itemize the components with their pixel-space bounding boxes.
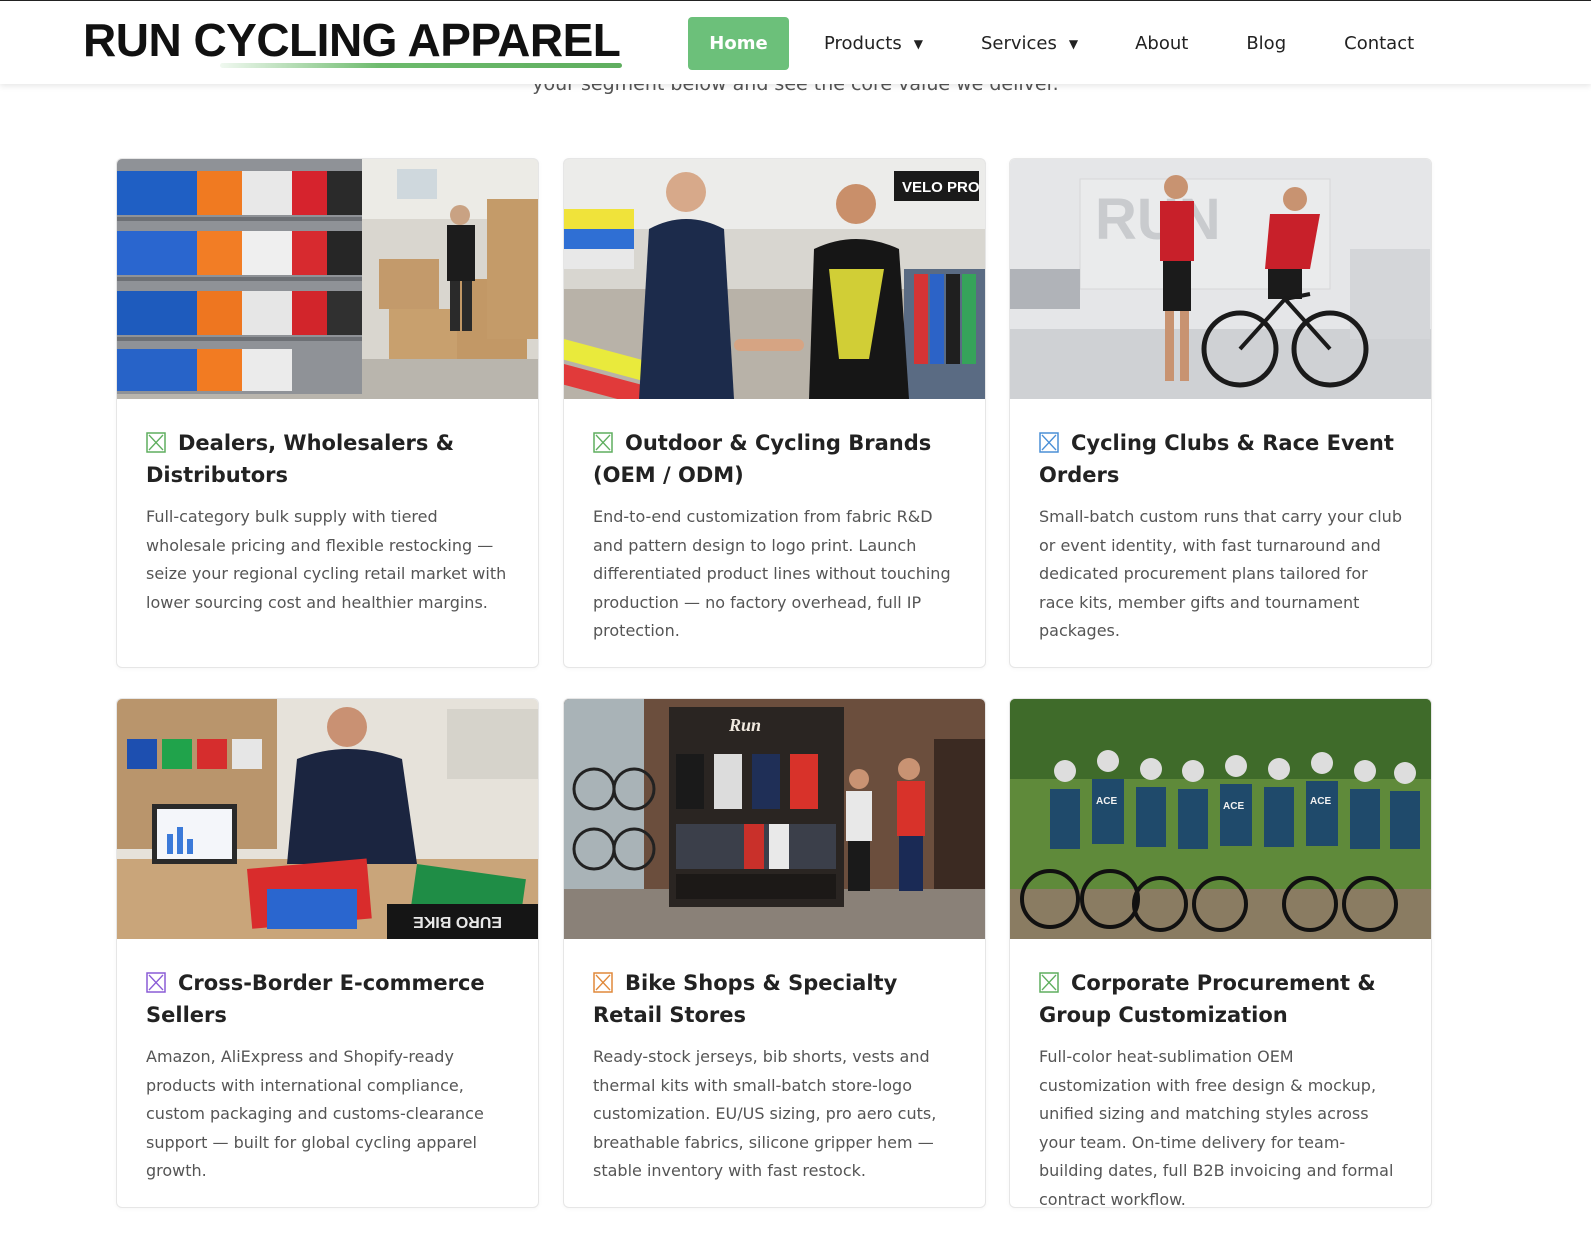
logo-underline: [220, 63, 622, 68]
card-title-text: Corporate Procurement & Group Customizat…: [1039, 971, 1376, 1027]
ecommerce-seller-photo: EURO BIKE: [117, 699, 538, 939]
nav-contact[interactable]: Contact: [1344, 17, 1414, 70]
nav-about-label: About: [1135, 33, 1189, 54]
card-description: Full-category bulk supply with tiered wh…: [146, 507, 507, 612]
bike-shop-photo: Run: [564, 699, 985, 939]
segment-card-ecommerce[interactable]: EURO BIKE Cross-Border E-commerce Seller…: [116, 698, 539, 1208]
card-title: Cross-Border E-commerce Sellers: [146, 967, 510, 1031]
team-group-photo: ACE ACE ACE: [1010, 699, 1431, 939]
checkbox-x-icon: [146, 432, 166, 453]
svg-text:ACE: ACE: [1310, 796, 1331, 807]
card-description: Full-color heat-sublimation OEM customiz…: [1039, 1047, 1394, 1208]
nav-home[interactable]: Home: [688, 17, 789, 70]
card-title: Bike Shops & Specialty Retail Stores: [593, 967, 957, 1031]
velo-pro-sign: VELO PRO: [902, 179, 980, 196]
nav-blog[interactable]: Blog: [1246, 17, 1286, 70]
nav-home-label: Home: [709, 33, 768, 54]
handshake-photo: VELO PRO: [564, 159, 985, 399]
card-description: Small-batch custom runs that carry your …: [1039, 507, 1402, 641]
checkbox-x-icon: [593, 432, 613, 453]
nav-services-label: Services: [980, 33, 1057, 54]
card-title-text: Cross-Border E-commerce Sellers: [146, 971, 485, 1027]
svg-text:ACE: ACE: [1096, 796, 1117, 807]
segment-card-brands[interactable]: VELO PRO Outdoor & Cycling Brands (OEM /…: [563, 158, 986, 668]
nav-about[interactable]: About: [1135, 17, 1188, 70]
checkbox-x-icon: [593, 972, 613, 993]
site-header: RUN CYCLING APPAREL Home Products ▼ Servi…: [0, 0, 1591, 84]
segment-card-dealers[interactable]: Dealers, Wholesalers & Distributors Full…: [116, 158, 539, 668]
segment-card-corporate[interactable]: ACE ACE ACE Corporate Procurement & Grou…: [1009, 698, 1432, 1208]
run-store-sign: Run: [728, 715, 761, 735]
card-title: Dealers, Wholesalers & Distributors: [146, 427, 510, 491]
card-description: Amazon, AliExpress and Shopify-ready pro…: [146, 1047, 484, 1181]
card-title-text: Outdoor & Cycling Brands (OEM / ODM): [593, 431, 932, 487]
card-title: Outdoor & Cycling Brands (OEM / ODM): [593, 427, 957, 491]
card-title-text: Cycling Clubs & Race Event Orders: [1039, 431, 1394, 487]
card-title-text: Dealers, Wholesalers & Distributors: [146, 431, 455, 487]
svg-text:ACE: ACE: [1223, 801, 1244, 812]
nav-blog-label: Blog: [1246, 33, 1287, 54]
card-title: Corporate Procurement & Group Customizat…: [1039, 967, 1403, 1031]
checkbox-x-icon: [1039, 432, 1059, 453]
caret-down-icon: ▼: [1068, 36, 1079, 51]
checkbox-x-icon: [1039, 972, 1059, 993]
segment-card-bike-shops[interactable]: Run Bike Shops & Specialty Retail Stores…: [563, 698, 986, 1208]
caret-down-icon: ▼: [913, 36, 923, 51]
site-logo[interactable]: RUN CYCLING APPAREL: [83, 13, 621, 67]
svg-text:EURO BIKE: EURO BIKE: [413, 913, 502, 930]
nav-products[interactable]: Products ▼: [824, 17, 923, 70]
card-description: Ready-stock jerseys, bib shorts, vests a…: [593, 1047, 937, 1181]
cyclists-studio-photo: RUN: [1010, 159, 1431, 399]
nav-services[interactable]: Services ▼: [981, 17, 1078, 70]
card-description: End-to-end customization from fabric R&D…: [593, 507, 951, 641]
warehouse-photo: [117, 159, 538, 399]
segment-card-clubs[interactable]: RUN Cycling Clubs & Race Event Orders Sm…: [1009, 158, 1432, 668]
nav-products-label: Products: [824, 33, 902, 54]
card-title: Cycling Clubs & Race Event Orders: [1039, 427, 1403, 491]
nav-contact-label: Contact: [1344, 33, 1415, 54]
checkbox-x-icon: [146, 972, 166, 993]
card-title-text: Bike Shops & Specialty Retail Stores: [593, 971, 898, 1027]
run-wall-logo: RUN: [1095, 187, 1221, 252]
main-nav: Home Products ▼ Services ▼ About Blog Cont…: [688, 17, 1414, 70]
